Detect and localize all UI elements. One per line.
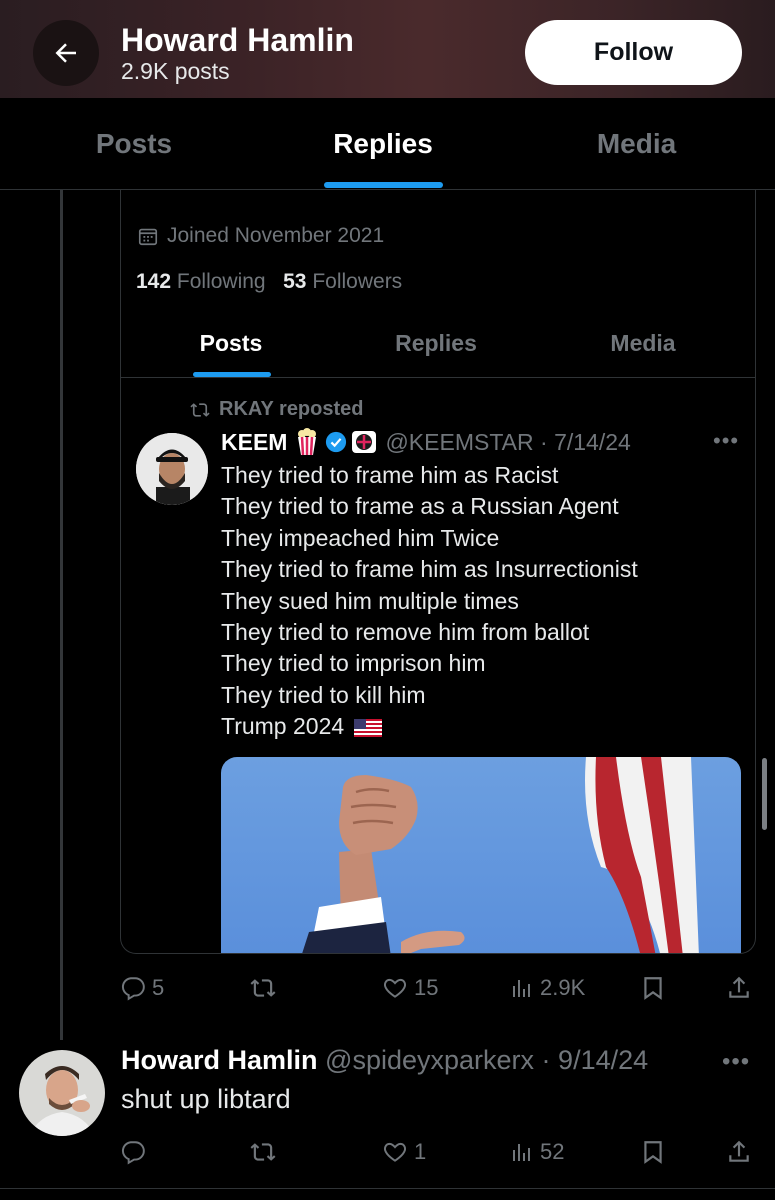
reply-repost-button[interactable] xyxy=(248,1132,284,1172)
share-button[interactable] xyxy=(726,968,758,1008)
keem-avatar xyxy=(136,433,208,505)
tweet-line: Trump 2024 xyxy=(221,713,345,740)
profile-header: Howard Hamlin 2.9K posts Follow xyxy=(0,0,775,98)
active-tab-indicator xyxy=(324,182,443,188)
repost-text: RKAY reposted xyxy=(219,398,364,420)
heart-icon xyxy=(384,978,406,998)
post-action-bar: 5 15 2.9K xyxy=(120,968,760,1008)
us-flag-icon xyxy=(354,719,383,738)
comment-icon xyxy=(122,1141,145,1165)
tweet-line: They tried to frame him as Racist xyxy=(221,462,559,488)
thread-connector xyxy=(60,190,63,1040)
popcorn-icon xyxy=(298,428,317,456)
tweet-line: They tried to frame him as Insurrectioni… xyxy=(221,556,638,583)
keem-handle: @KEEMSTAR xyxy=(385,428,534,455)
like-count: 15 xyxy=(414,975,439,1000)
embedded-tab-posts: Posts xyxy=(199,329,263,356)
scrollbar[interactable] xyxy=(762,758,767,830)
tweet-line: They sued him multiple times xyxy=(221,587,519,614)
divider xyxy=(0,1188,775,1189)
embedded-tweet-text: They tried to frame him as Racist They t… xyxy=(221,460,638,743)
tweet-line: They tried to imprison him xyxy=(221,650,486,677)
bookmark-icon xyxy=(644,1141,662,1164)
share-icon xyxy=(729,976,749,998)
embedded-photo xyxy=(221,757,741,953)
joined-date: Joined November 2021 xyxy=(137,224,384,248)
tweet-line: They tried to kill him xyxy=(221,681,426,708)
bookmark-button[interactable] xyxy=(640,968,672,1008)
comment-icon xyxy=(122,977,145,1001)
view-count: 2.9K xyxy=(540,975,586,1000)
reply-text: shut up libtard xyxy=(121,1084,291,1114)
analytics-icon xyxy=(513,1144,530,1161)
reply-reply-button[interactable] xyxy=(120,1132,152,1172)
tab-replies[interactable]: Replies xyxy=(268,98,498,190)
tweet-line: They tried to remove him from ballot xyxy=(221,619,590,646)
repost-button[interactable] xyxy=(248,968,284,1008)
repost-icon xyxy=(250,979,276,997)
reply-date[interactable]: 9/14/24 xyxy=(558,1045,648,1075)
profile-name: Howard Hamlin xyxy=(121,22,354,58)
embedded-tab-replies: Replies xyxy=(395,329,477,356)
reply-view-count: 52 xyxy=(540,1139,565,1164)
embedded-more-icon: ••• xyxy=(713,428,740,453)
affiliate-badge-icon xyxy=(352,431,377,453)
followers-label: Followers xyxy=(312,270,403,293)
reply-button[interactable]: 5 xyxy=(120,968,164,1008)
embedded-tweet-header: KEEM @KEEMSTAR · 7/14/24 xyxy=(221,428,631,456)
back-button[interactable] xyxy=(33,20,99,86)
reply-action-bar: 1 52 xyxy=(120,1132,760,1172)
analytics-icon xyxy=(513,980,530,997)
reply-more-icon[interactable]: ••• xyxy=(722,1048,750,1076)
follow-button[interactable]: Follow xyxy=(525,20,742,85)
embedded-tab-indicator xyxy=(193,372,271,377)
bookmark-icon xyxy=(644,977,662,1000)
keem-name: KEEM xyxy=(221,428,288,455)
reply-header: Howard Hamlin @spideyxparkerx · 9/14/24 xyxy=(121,1045,649,1075)
tweet-line: They tried to frame as a Russian Agent xyxy=(221,493,619,520)
joined-text: Joined November 2021 xyxy=(167,224,385,247)
reply-share-button[interactable] xyxy=(726,1132,758,1172)
calendar-icon xyxy=(138,228,158,246)
repost-icon xyxy=(190,402,210,417)
verified-badge-icon xyxy=(326,431,347,453)
profile-tabs: Posts Replies Media xyxy=(0,98,775,190)
reply-count: 5 xyxy=(152,975,165,1000)
post-count: 2.9K posts xyxy=(121,58,230,84)
reply-author-name[interactable]: Howard Hamlin xyxy=(121,1045,318,1075)
tweet-line: They impeached him Twice xyxy=(221,524,500,551)
follow-counts: 142 Following 53 Followers xyxy=(136,270,402,294)
share-icon xyxy=(729,1140,749,1162)
reply-bookmark-button[interactable] xyxy=(640,1132,672,1172)
embedded-tab-media: Media xyxy=(610,329,676,356)
reply-views-button[interactable]: 52 xyxy=(510,1132,564,1172)
like-button[interactable]: 15 xyxy=(382,968,438,1008)
heart-icon xyxy=(384,1142,406,1162)
tab-media[interactable]: Media xyxy=(498,98,775,190)
keem-date: 7/14/24 xyxy=(554,428,631,455)
tab-posts[interactable]: Posts xyxy=(0,98,268,190)
howard-avatar[interactable] xyxy=(19,1050,105,1136)
embedded-screenshot[interactable]: Joined November 2021 142 Following 53 Fo… xyxy=(120,190,756,954)
followers-count: 53 xyxy=(283,270,307,293)
embedded-tabs: Posts Replies Media xyxy=(121,308,755,378)
repost-label: RKAY reposted xyxy=(189,398,364,421)
following-count: 142 xyxy=(136,270,172,293)
following-label: Following xyxy=(176,270,266,293)
tweet-line-last: Trump 2024 xyxy=(221,711,638,742)
reply-like-button[interactable]: 1 xyxy=(382,1132,426,1172)
repost-icon xyxy=(250,1143,276,1161)
reply-author-handle[interactable]: @spideyxparkerx xyxy=(325,1045,534,1075)
arrow-left-icon xyxy=(55,43,76,63)
reply-like-count: 1 xyxy=(414,1139,427,1164)
views-button[interactable]: 2.9K xyxy=(510,968,585,1008)
